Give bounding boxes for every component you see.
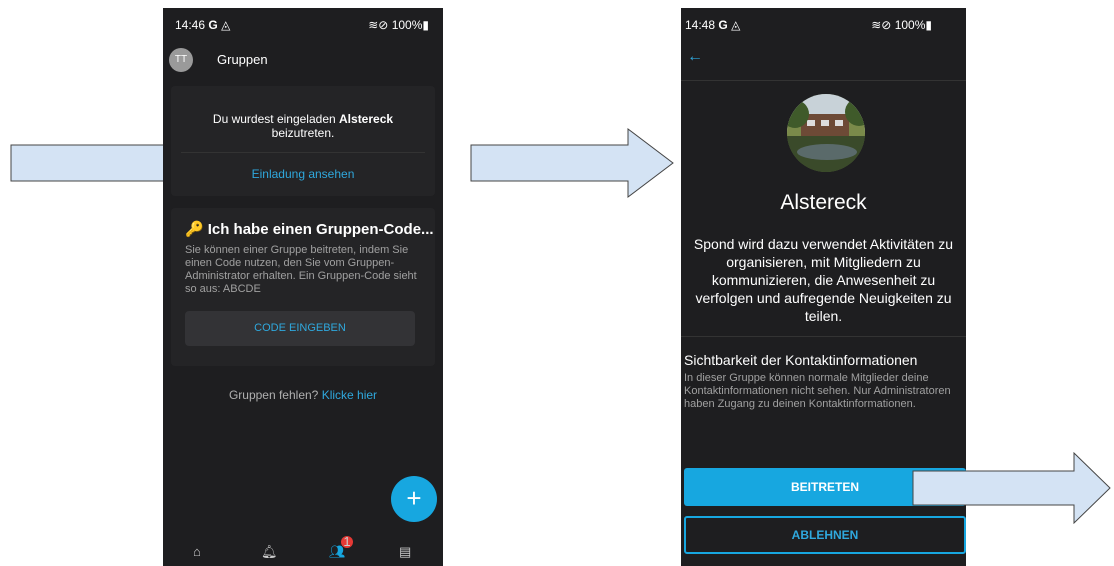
- group-code-card: 🔑 Ich habe einen Gruppen-Code... Sie könn…: [171, 208, 435, 366]
- battery-icon: ▮: [925, 18, 932, 32]
- status-time: 14:48: [685, 18, 716, 32]
- wifi-icon: ≋: [871, 18, 882, 32]
- back-arrow-icon[interactable]: ←: [687, 48, 703, 66]
- missing-groups-text: Gruppen fehlen? Klicke hier: [228, 388, 378, 402]
- group-code-title: Ich habe einen Gruppen-Code...: [207, 221, 434, 238]
- phone-screen-groups: 14:46 G ◬ ≋⊘ 100%▮ TT Gruppen Du wurdest…: [163, 8, 443, 566]
- arrow-middle: [470, 128, 674, 198]
- notification-badge: 1: [341, 535, 353, 548]
- google-icon: G: [718, 18, 728, 32]
- status-bar: 14:46 G ◬ ≋⊘ 100%▮: [163, 8, 443, 34]
- dnd-icon: ⊘: [881, 18, 892, 32]
- group-name: Alstereck: [780, 191, 867, 214]
- battery-icon: ▮: [422, 18, 429, 32]
- group-image: [787, 94, 865, 172]
- visibility-title: Sichtbarkeit der Kontaktinformationen: [684, 352, 918, 368]
- invite-text: Du wurdest eingeladen Alstereck beizutre…: [212, 112, 394, 140]
- drive-icon: ◬: [221, 18, 231, 32]
- group-description: Spond wird dazu verwendet Aktivitäten zu…: [693, 236, 954, 324]
- app-header: TT Gruppen: [169, 48, 443, 72]
- section-divider: [681, 336, 966, 337]
- status-time: 14:46: [175, 18, 206, 32]
- invite-group-name: Alstereck: [339, 112, 394, 126]
- groups-icon[interactable]: 👥︎ 1: [329, 535, 353, 560]
- enter-code-button[interactable]: CODE EINGEBEN: [185, 311, 415, 346]
- battery-level: 100%: [894, 18, 926, 32]
- card-divider: [181, 152, 425, 153]
- drive-icon: ◬: [731, 18, 741, 32]
- home-icon[interactable]: ⌂: [193, 544, 201, 559]
- avatar[interactable]: TT: [169, 48, 193, 72]
- wifi-icon: ≋: [368, 18, 379, 32]
- click-here-link[interactable]: Klicke hier: [322, 388, 377, 402]
- bell-icon[interactable]: 🔔︎: [261, 544, 278, 560]
- dnd-icon: ⊘: [378, 18, 389, 32]
- view-invite-link[interactable]: Einladung ansehen: [171, 167, 435, 181]
- group-code-description: Sie können einer Gruppe beitreten, indem…: [185, 244, 417, 295]
- key-icon: 🔑: [185, 221, 204, 238]
- add-fab-button[interactable]: +: [391, 476, 437, 522]
- google-icon: G: [208, 18, 218, 32]
- bottom-nav: ⌂ 🔔︎ 👥︎ 1 ▤: [163, 535, 443, 566]
- arrow-right: [912, 452, 1111, 524]
- page-title: Gruppen: [217, 52, 268, 67]
- header-divider: [681, 80, 966, 81]
- chat-icon[interactable]: ▤: [399, 544, 411, 560]
- invite-card: Du wurdest eingeladen Alstereck beizutre…: [171, 86, 435, 196]
- status-bar: 14:48 G ◬ ≋⊘ 100%▮: [681, 8, 966, 34]
- group-photo-graphic: [787, 94, 865, 172]
- visibility-text: In dieser Gruppe können normale Mitglied…: [684, 372, 951, 410]
- battery-level: 100%: [391, 18, 423, 32]
